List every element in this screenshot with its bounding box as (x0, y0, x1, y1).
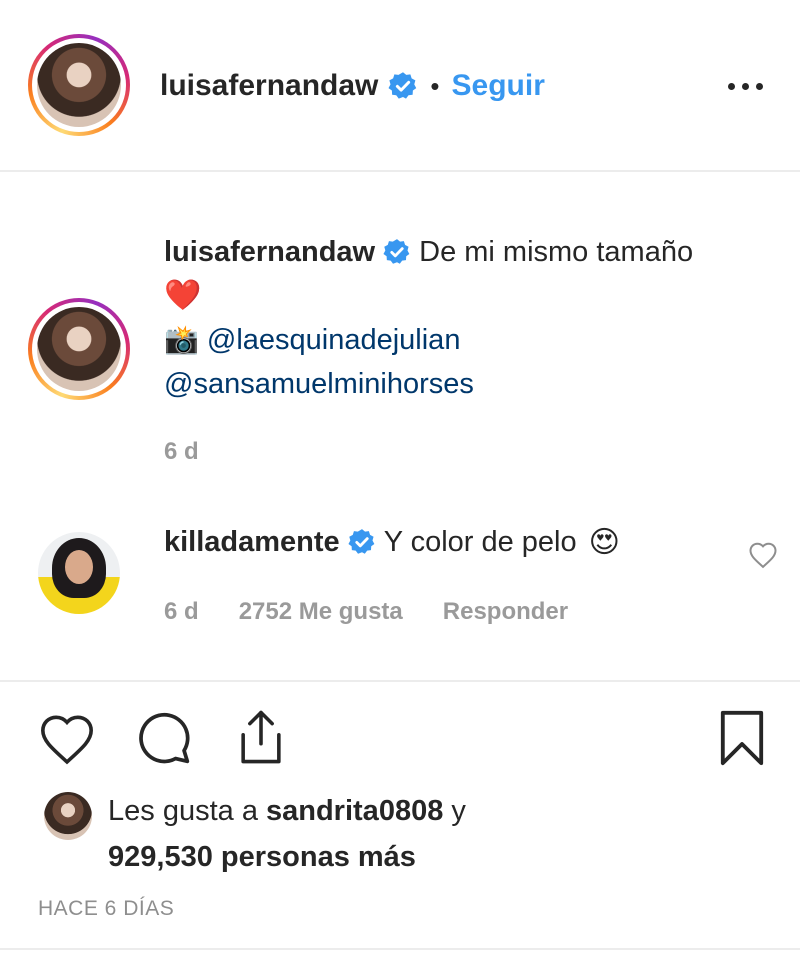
likes-suffix: y (443, 795, 466, 827)
comment-time[interactable]: 6 d (164, 598, 199, 626)
likes-count[interactable]: 929,530 personas más (108, 834, 466, 880)
comment-row: killadamente Y color de pelo 😍 (164, 522, 620, 562)
header-separator-dot: • (430, 70, 440, 101)
save-bookmark-icon[interactable] (718, 709, 766, 767)
header-username[interactable]: luisafernandaw (160, 69, 378, 103)
reply-button[interactable]: Responder (443, 598, 568, 626)
caption-time[interactable]: 6 d (164, 438, 199, 466)
like-heart-icon[interactable] (38, 712, 96, 766)
follow-button[interactable]: Seguir (452, 69, 545, 103)
more-dot-icon (728, 82, 735, 90)
caption-profile-photo (37, 307, 121, 391)
verified-badge-icon (348, 529, 375, 554)
likes-prefix: Les gusta a (108, 795, 266, 827)
caption-username[interactable]: luisafernandaw (164, 230, 375, 274)
verified-badge-icon (383, 239, 410, 264)
caption-text: De mi mismo tamaño (419, 236, 694, 268)
mention-link-2[interactable]: @sansamuelminihorses (164, 362, 784, 406)
likes-summary: Les gusta a sandrita0808 y 929,530 perso… (108, 788, 466, 880)
commenter-avatar[interactable] (38, 532, 120, 614)
verified-badge-icon (388, 72, 417, 99)
caption-avatar[interactable] (28, 298, 130, 400)
more-options-button[interactable] (728, 76, 770, 96)
comment-bubble-icon[interactable] (136, 710, 192, 766)
profile-photo (37, 43, 121, 127)
comment-likes-count[interactable]: 2752 Me gusta (239, 598, 403, 626)
commenter-face (65, 550, 93, 584)
mention-link-1[interactable]: @laesquinadejulian (207, 318, 461, 362)
comment-username[interactable]: killadamente (164, 526, 340, 559)
camera-emoji: 📸 (164, 324, 199, 355)
comment-meta: 6 d 2752 Me gusta Responder (164, 598, 568, 626)
heart-eyes-emoji: 😍 (588, 525, 620, 559)
more-dot-icon (742, 82, 749, 90)
header-user-row: luisafernandaw • Seguir (160, 66, 545, 106)
comment-like-heart-icon[interactable] (748, 541, 778, 569)
liker-username[interactable]: sandrita0808 (266, 795, 443, 827)
header-divider (0, 170, 800, 172)
bottom-divider (0, 948, 800, 950)
comments-divider (0, 680, 800, 682)
header-avatar[interactable] (28, 34, 130, 136)
comment-text: Y color de pelo (383, 525, 577, 558)
liker-avatar[interactable] (44, 792, 92, 840)
caption-text-block: luisafernandaw De mi mismo tamaño ❤️ 📸 @… (164, 230, 784, 406)
more-dot-icon (756, 82, 763, 90)
heart-emoji: ❤️ (164, 279, 202, 312)
post-timestamp[interactable]: HACE 6 DÍAS (38, 897, 174, 921)
share-icon[interactable] (234, 708, 288, 766)
